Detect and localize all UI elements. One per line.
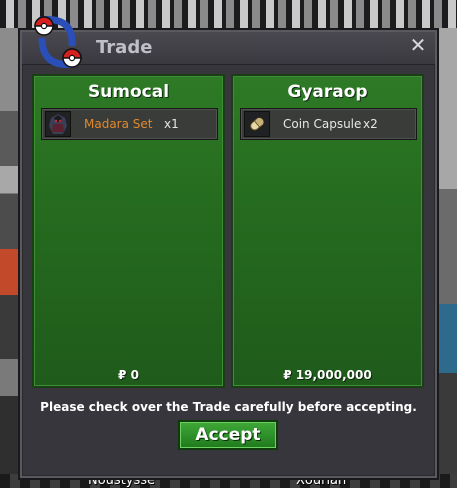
accept-button[interactable]: Accept (178, 420, 278, 450)
offered-money: ₽ 19,000,000 (283, 368, 372, 382)
player-name: Sumocal (87, 82, 170, 102)
background-tiles-right (435, 28, 457, 488)
close-button[interactable]: ✕ (409, 35, 427, 55)
item-quantity: x2 (363, 117, 378, 131)
item-name: Madara Set (84, 117, 153, 131)
item-quantity: x1 (164, 117, 179, 131)
trade-dialog: Trade ✕ Sumocal Madara Set x1 ₽ 0 Gyarao… (20, 16, 437, 478)
offer-panel-right: Gyaraop Coin Capsule x2 ₽ 19,000,000 (231, 74, 424, 388)
trade-warning-text: Please check over the Trade carefully be… (40, 400, 417, 414)
dialog-title: Trade (96, 37, 153, 58)
outfit-icon (45, 111, 71, 137)
offer-panel-left: Sumocal Madara Set x1 ₽ 0 (32, 74, 225, 388)
coin-capsule-icon (244, 111, 270, 137)
item-slot[interactable]: Madara Set x1 (41, 108, 218, 140)
player-name: Gyaraop (287, 82, 368, 102)
item-slot[interactable]: Coin Capsule x2 (240, 108, 417, 140)
background-tiles-left (0, 28, 22, 488)
trade-pokeballs-icon (34, 16, 82, 68)
offered-money: ₽ 0 (118, 368, 139, 382)
item-name: Coin Capsule (283, 117, 362, 131)
